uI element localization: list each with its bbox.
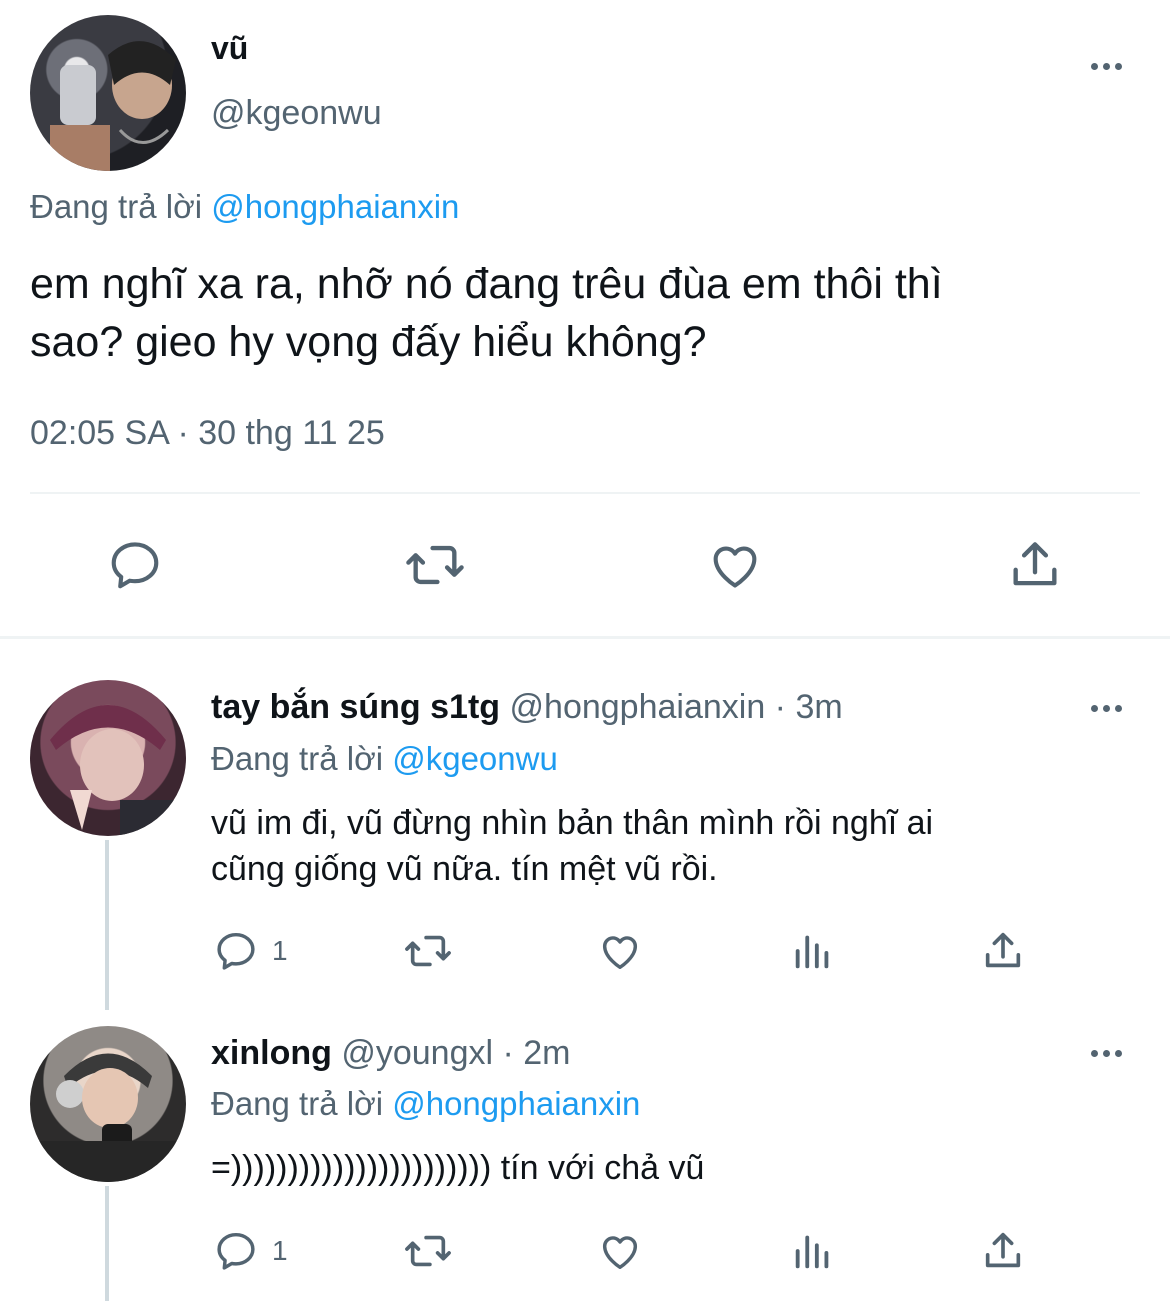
reply-icon[interactable] (213, 1228, 259, 1274)
reply-to-link[interactable]: @hongphaianxin (211, 188, 459, 225)
handle[interactable]: @kgeonwu (211, 94, 382, 133)
like-icon[interactable] (597, 1228, 643, 1274)
reply-context: Đang trả lời @hongphaianxin (211, 1085, 640, 1123)
reply-text-line: =))))))))))))))))))))))) tín với chả vũ (211, 1149, 705, 1187)
reply-count: 1 (272, 1235, 288, 1266)
views-icon[interactable] (790, 928, 836, 974)
handle[interactable]: @hongphaianxin (510, 688, 766, 726)
display-name[interactable]: tay bắn súng s1tg (211, 688, 500, 726)
retweet-icon[interactable] (402, 928, 454, 974)
reply-header: xinlong @youngxl · 2m (211, 1034, 571, 1073)
post-time[interactable]: · 2m (493, 1034, 571, 1072)
reply-text-line: cũng giống vũ nữa. tín mệt vũ rồi. (211, 850, 718, 888)
reply-to-link[interactable]: @kgeonwu (392, 740, 558, 777)
tweet-text-line: em nghĩ xa ra, nhỡ nó đang trêu đùa em t… (30, 260, 943, 308)
like-icon[interactable] (706, 536, 764, 594)
divider (30, 492, 1140, 494)
reply-prefix: Đang trả lời (211, 740, 384, 777)
thread-line (105, 1186, 109, 1301)
reply-prefix: Đang trả lời (211, 1085, 384, 1122)
share-icon[interactable] (980, 1228, 1026, 1274)
timestamp[interactable]: 02:05 SA · 30 thg 11 25 (30, 414, 385, 453)
section-divider (0, 636, 1170, 639)
avatar-reply-2[interactable] (30, 1026, 186, 1182)
more-icon[interactable] (1086, 701, 1126, 715)
handle[interactable]: @youngxl (341, 1034, 493, 1072)
reply-text: vũ im đi, vũ đừng nhìn bản thân mình rồi… (211, 800, 933, 892)
reply-to-link[interactable]: @hongphaianxin (392, 1085, 640, 1122)
reply-count: 1 (272, 935, 288, 966)
display-name[interactable]: xinlong (211, 1034, 332, 1072)
reply-icon[interactable] (106, 536, 164, 594)
tweet-text-line: sao? gieo hy vọng đấy hiểu không? (30, 318, 707, 366)
reply-prefix: Đang trả lời (30, 188, 203, 225)
share-icon[interactable] (980, 928, 1026, 974)
avatar-vu[interactable] (30, 15, 186, 171)
reply-text: =))))))))))))))))))))))) tín với chả vũ (211, 1145, 704, 1191)
more-icon[interactable] (1086, 59, 1126, 73)
reply-context: Đang trả lời @kgeonwu (211, 740, 558, 778)
tweet-text: em nghĩ xa ra, nhỡ nó đang trêu đùa em t… (30, 255, 943, 371)
retweet-icon[interactable] (403, 536, 467, 594)
reply-context: Đang trả lời @hongphaianxin (30, 188, 459, 226)
display-name[interactable]: vũ (211, 30, 248, 67)
post-time[interactable]: · 3m (765, 688, 843, 726)
like-icon[interactable] (597, 928, 643, 974)
more-icon[interactable] (1086, 1046, 1126, 1060)
share-icon[interactable] (1006, 536, 1064, 594)
avatar-reply-1[interactable] (30, 680, 186, 836)
reply-icon[interactable] (213, 928, 259, 974)
thread-line (105, 840, 109, 1010)
reply-header: tay bắn súng s1tg @hongphaianxin · 3m (211, 688, 843, 727)
retweet-icon[interactable] (402, 1228, 454, 1274)
views-icon[interactable] (790, 1228, 836, 1274)
reply-text-line: vũ im đi, vũ đừng nhìn bản thân mình rồi… (211, 804, 934, 842)
